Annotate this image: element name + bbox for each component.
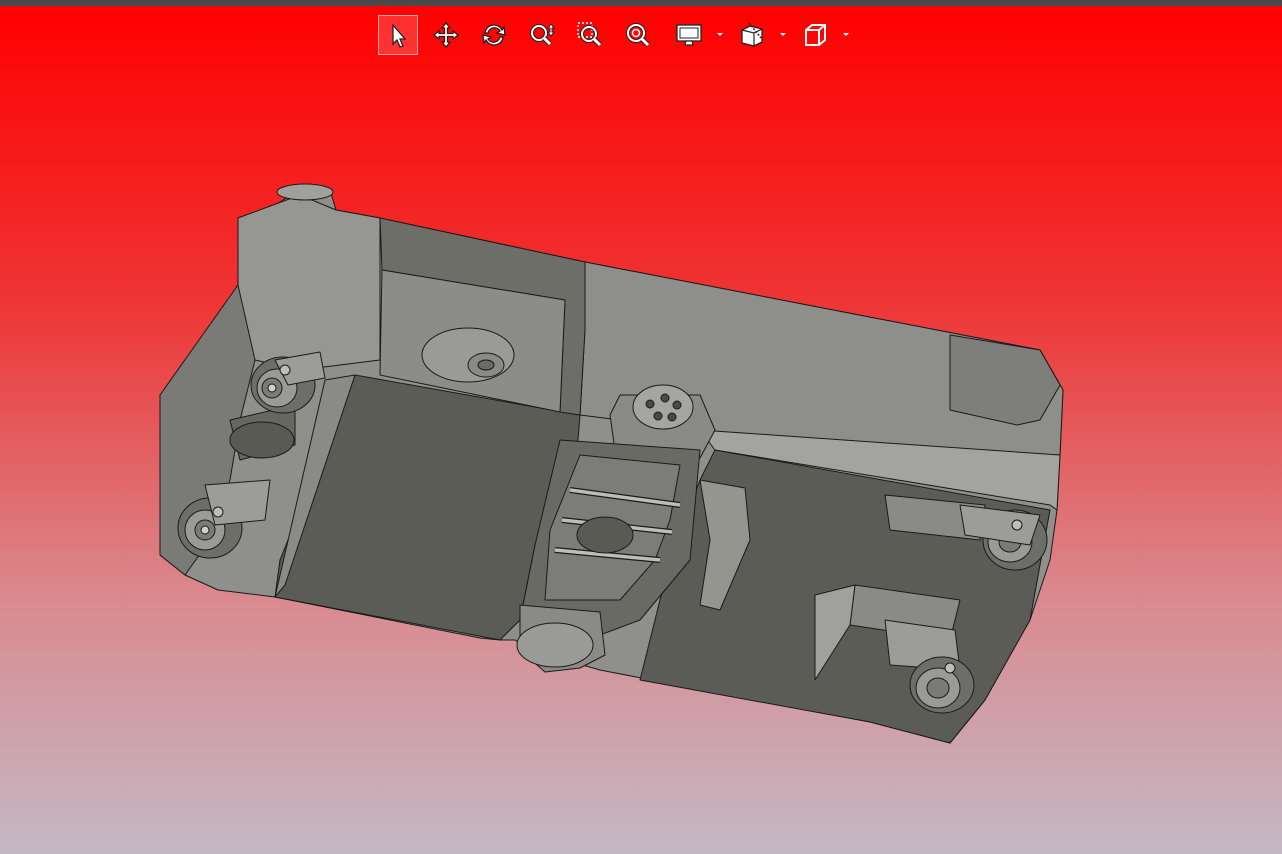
- cad-viewer: [0, 0, 1282, 854]
- standard-views-button[interactable]: [795, 15, 835, 55]
- rotate-icon: [482, 24, 506, 46]
- zoom-window-button[interactable]: [570, 15, 610, 55]
- zoom-fit-icon: [626, 23, 650, 47]
- section-view-button[interactable]: [732, 15, 772, 55]
- caret-down-icon: [843, 33, 849, 36]
- move-arrows-icon: [432, 21, 460, 49]
- hub-plate: [421, 327, 515, 383]
- section-cube-icon: [741, 22, 763, 47]
- rotate-tool-button[interactable]: [474, 15, 514, 55]
- select-tool-button[interactable]: [378, 15, 418, 55]
- robot-chassis-model[interactable]: [0, 6, 1282, 854]
- section-view-dropdown[interactable]: [778, 29, 788, 39]
- display-mode-dropdown[interactable]: [715, 29, 725, 39]
- zoom-window-icon: [577, 22, 602, 47]
- pan-tool-button[interactable]: [426, 15, 466, 55]
- monitor-icon: [676, 24, 702, 46]
- drive-wheel-bottom: [516, 604, 606, 673]
- standard-views-dropdown[interactable]: [841, 29, 851, 39]
- zoom-tool-button[interactable]: [522, 15, 562, 55]
- 3d-viewport[interactable]: [0, 6, 1282, 854]
- cube-icon: [805, 24, 826, 46]
- cursor-arrow-icon: [392, 23, 407, 48]
- caret-down-icon: [717, 33, 723, 36]
- display-mode-button[interactable]: [669, 15, 709, 55]
- caret-down-icon: [780, 33, 786, 36]
- left-cover-panel: [237, 194, 381, 371]
- zoom-fit-button[interactable]: [618, 15, 658, 55]
- zoom-updown-icon: [530, 23, 555, 46]
